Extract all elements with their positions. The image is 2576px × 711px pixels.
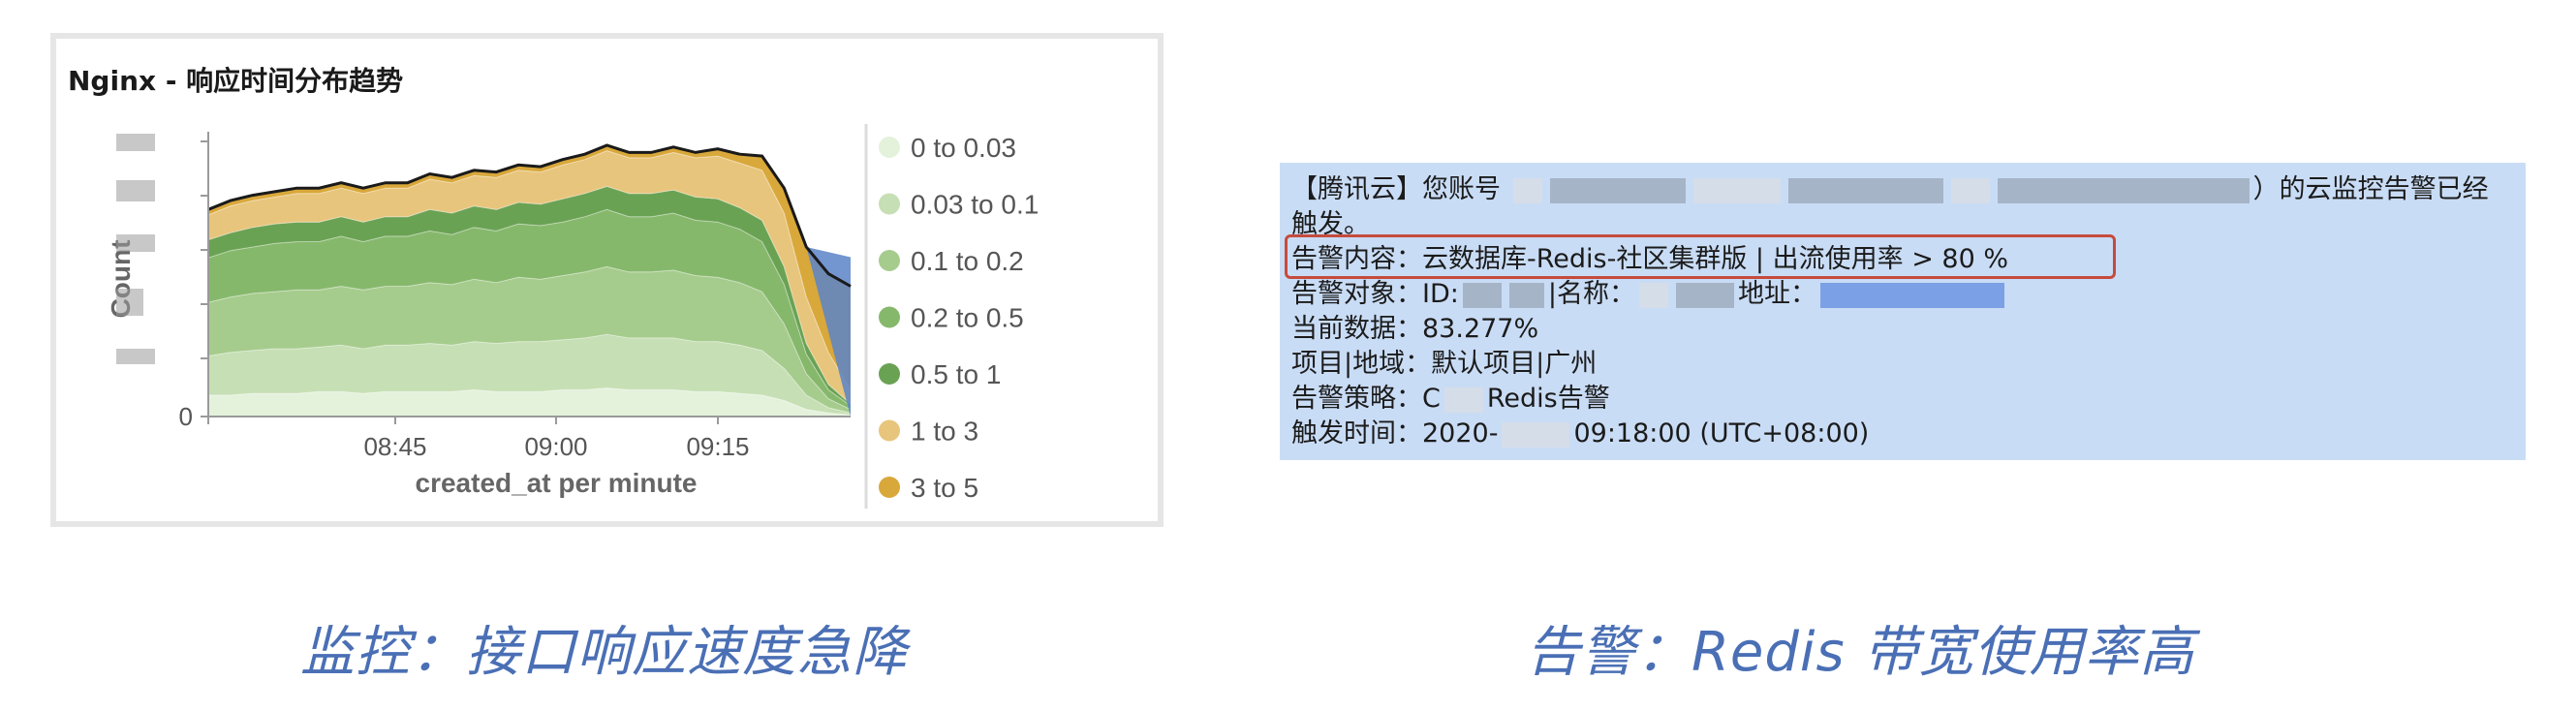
- alert-line-1-prefix: 【腾讯云】您账号: [1291, 174, 1501, 204]
- redacted-block: [1512, 177, 1542, 203]
- chart-svg: 008:45 09:00 09:15created_at per minuteCou…: [106, 124, 1039, 509]
- legend-swatch: [879, 419, 900, 442]
- alert-line-7-prefix: 告警策略：C: [1291, 384, 1441, 414]
- left-caption: 监控：接口响应速度急降: [300, 621, 908, 684]
- alert-line-7: 告警策略：C Redis告警: [1291, 382, 2514, 417]
- legend-swatch: [879, 137, 900, 158]
- alert-content-highlight: [1285, 234, 2116, 279]
- alert-line-6: 项目|地域：默认项目|广州: [1291, 349, 1598, 379]
- legend-swatch: [879, 193, 900, 215]
- legend-label: 3 to 5: [911, 473, 978, 503]
- alert-line-1-suffix: ）的云监控告警已经: [2252, 174, 2489, 204]
- alert-line-4: 告警对象：ID: |名称： 地址：: [1291, 277, 2514, 312]
- chart-legend: 0 to 0.03 0.03 to 0.1 0.1 to 0.2 0.2 to 0.5…: [864, 124, 1039, 509]
- right-caption: 告警：Redis 带宽使用率高: [1526, 621, 2195, 684]
- redacted-block: [1950, 177, 1990, 203]
- alert-line-8: 触发时间：2020- 09:18:00 (UTC+08:00): [1291, 417, 2514, 451]
- alert-message: 【腾讯云】您账号 ）的云监控告警已经 触发。 告警内容：云数据库-Redis-社…: [1280, 163, 2526, 460]
- redacted-block: [1997, 177, 2250, 203]
- x-tick-label: 08:45: [363, 432, 426, 461]
- legend-swatch: [879, 306, 900, 328]
- legend-label: 0.1 to 0.2: [911, 246, 1024, 276]
- alert-line-7-suffix: Redis告警: [1486, 384, 1610, 414]
- x-tick-label: 09:15: [686, 432, 749, 461]
- redacted-block: [1692, 177, 1781, 203]
- redacted-block: [1675, 282, 1734, 308]
- redacted-block: [1502, 421, 1570, 448]
- redacted-block: [1819, 282, 2004, 308]
- chart-areas: [207, 143, 852, 417]
- legend-label: 0 to 0.03: [911, 133, 1016, 163]
- redacted-block: [1508, 282, 1544, 308]
- legend-label: 0.2 to 0.5: [911, 303, 1024, 333]
- legend-label: 1 to 3: [911, 417, 978, 447]
- blurred-y-labels: [116, 134, 155, 364]
- redacted-block: [1443, 386, 1483, 413]
- legend-swatch: [879, 250, 900, 271]
- alert-line-4-suffix: 地址：: [1737, 279, 1816, 309]
- y-tick-label: 0: [179, 402, 193, 431]
- x-axis-title: created_at per minute: [416, 468, 698, 498]
- legend-label: 0.5 to 1: [911, 359, 1001, 389]
- legend-swatch: [879, 477, 900, 498]
- redacted-block: [1549, 177, 1686, 203]
- alert-line-1: 【腾讯云】您账号 ）的云监控告警已经: [1291, 172, 2514, 207]
- x-tick-label: 09:00: [524, 432, 587, 461]
- alert-line-8-prefix: 触发时间：2020-: [1291, 418, 1499, 448]
- alert-line-4-prefix: 告警对象：ID:: [1291, 279, 1459, 309]
- redacted-block: [1462, 282, 1502, 308]
- legend-swatch: [879, 363, 900, 385]
- alert-line-8-suffix: 09:18:00 (UTC+08:00): [1573, 418, 1870, 448]
- alert-line-4-mid: |名称：: [1547, 279, 1635, 309]
- legend-label: 0.03 to 0.1: [911, 190, 1039, 220]
- redacted-block: [1638, 282, 1668, 308]
- redacted-block: [1787, 177, 1943, 203]
- chart-panel: Nginx - 响应时间分布趋势 0 08:45 09:00 09:15 created…: [50, 33, 1164, 527]
- alert-line-5: 当前数据：83.277%: [1291, 314, 1539, 344]
